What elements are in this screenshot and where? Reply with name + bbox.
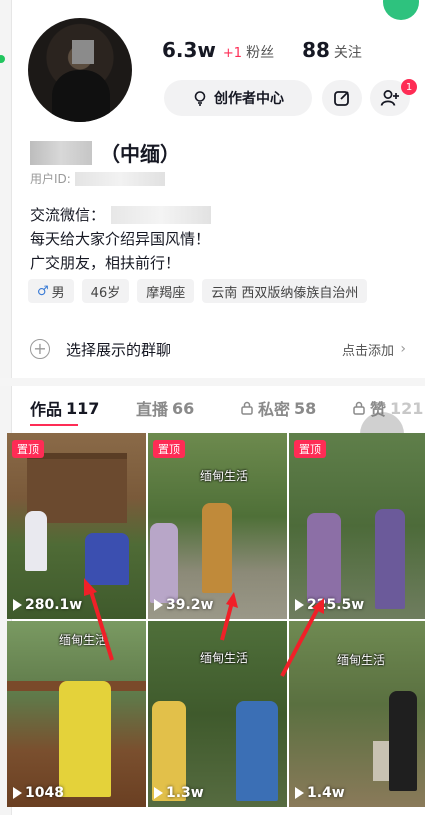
following-count[interactable]: 88 [302, 38, 330, 62]
user-id-row: 用户ID: [30, 170, 165, 187]
chevron-right-icon: › [400, 341, 406, 357]
bio-line: 每天给大家介绍异国风情！ [30, 230, 211, 248]
play-icon [154, 599, 163, 611]
play-count: 1048 [13, 785, 64, 801]
bio-line: 广交朋友，相扶前行！ [30, 254, 181, 272]
bio-line: 交流微信： [30, 206, 106, 224]
avatar-mosaic [72, 40, 94, 64]
male-icon: ♂ [37, 283, 49, 299]
video-tile[interactable]: 缅甸生活 1.3w [148, 621, 287, 807]
play-icon [154, 787, 163, 799]
floating-action-icon[interactable] [383, 0, 419, 20]
tag-age: 46岁 [81, 279, 130, 303]
group-chat-label: 选择展示的群聊 [66, 340, 172, 359]
pinned-badge: 置顶 [12, 440, 44, 458]
play-count: 39.2w [154, 597, 213, 613]
play-icon [13, 787, 22, 799]
video-caption: 缅甸生活 [200, 469, 249, 483]
lock-icon [241, 401, 253, 415]
play-icon [13, 599, 22, 611]
tag-zodiac: 摩羯座 [137, 279, 195, 303]
followers-delta: +1 [222, 46, 243, 61]
following-label[interactable]: 关注 [334, 42, 362, 62]
followers-count[interactable]: 6.3w [162, 38, 216, 62]
name-redaction [30, 140, 92, 165]
play-count: 280.1w [13, 597, 82, 613]
play-count: 1.3w [154, 785, 204, 801]
lightbulb-icon [194, 91, 206, 106]
status-dot [0, 55, 5, 63]
pinned-badge: 置顶 [153, 440, 185, 458]
profile-name: （中缅） [30, 138, 180, 167]
tab-live[interactable]: 直播 66 [136, 396, 240, 420]
video-tile[interactable]: 置顶 225.5w [289, 433, 425, 619]
profile-bio: 交流微信： 每天给大家介绍异国风情！ 广交朋友，相扶前行！ [30, 203, 212, 275]
creator-center-label: 创作者中心 [214, 91, 284, 107]
active-tab-indicator [30, 424, 78, 426]
edit-profile-button[interactable] [322, 80, 362, 116]
video-tile[interactable]: 置顶 280.1w [7, 433, 146, 619]
user-id-label: 用户ID: [30, 172, 71, 186]
video-caption: 缅甸生活 [200, 651, 249, 665]
notification-badge: 1 [401, 79, 417, 95]
profile-stats: 6.3w +1 粉丝 88 关注 [162, 38, 362, 62]
user-id-redaction [74, 171, 165, 186]
tab-private[interactable]: 私密 58 [240, 396, 352, 420]
video-caption: 缅甸生活 [59, 633, 108, 647]
tag-gender: ♂ 男 [28, 279, 74, 303]
avatar[interactable] [28, 18, 132, 122]
play-icon [295, 787, 304, 799]
group-chat-add-link[interactable]: 点击添加 [342, 340, 394, 359]
section-divider [0, 378, 425, 386]
add-user-icon [380, 90, 399, 106]
creator-center-button[interactable]: 创作者中心 [164, 80, 312, 116]
play-icon [295, 599, 304, 611]
content-tabs: 作品 117 直播 66 私密 58 赞 121 [30, 396, 425, 420]
video-tile[interactable]: 缅甸生活 1048 [7, 621, 146, 807]
video-caption: 缅甸生活 [337, 653, 386, 667]
pinned-badge: 置顶 [294, 440, 326, 458]
edit-icon [334, 91, 349, 106]
avatar-figure [52, 70, 110, 122]
lock-icon [353, 401, 365, 415]
play-count: 1.4w [295, 785, 345, 801]
profile-tags: ♂ 男 46岁 摩羯座 云南 西双版纳傣族自治州 [28, 279, 368, 303]
group-chat-row[interactable]: + 选择展示的群聊 点击添加 › [30, 334, 410, 364]
play-count: 225.5w [295, 597, 364, 613]
tag-location: 云南 西双版纳傣族自治州 [202, 279, 368, 303]
profile-page: 6.3w +1 粉丝 88 关注 创作者中心 1 （中缅） 用户ID: 交流微信… [0, 0, 425, 815]
tab-works[interactable]: 作品 117 [30, 396, 136, 420]
add-circle-icon: + [30, 339, 50, 359]
wechat-redaction [111, 206, 212, 224]
video-tile[interactable]: 置顶 缅甸生活 39.2w [148, 433, 287, 619]
name-suffix: （中缅） [100, 142, 180, 166]
followers-label[interactable]: 粉丝 [246, 42, 274, 62]
video-tile[interactable]: 缅甸生活 1.4w [289, 621, 425, 807]
